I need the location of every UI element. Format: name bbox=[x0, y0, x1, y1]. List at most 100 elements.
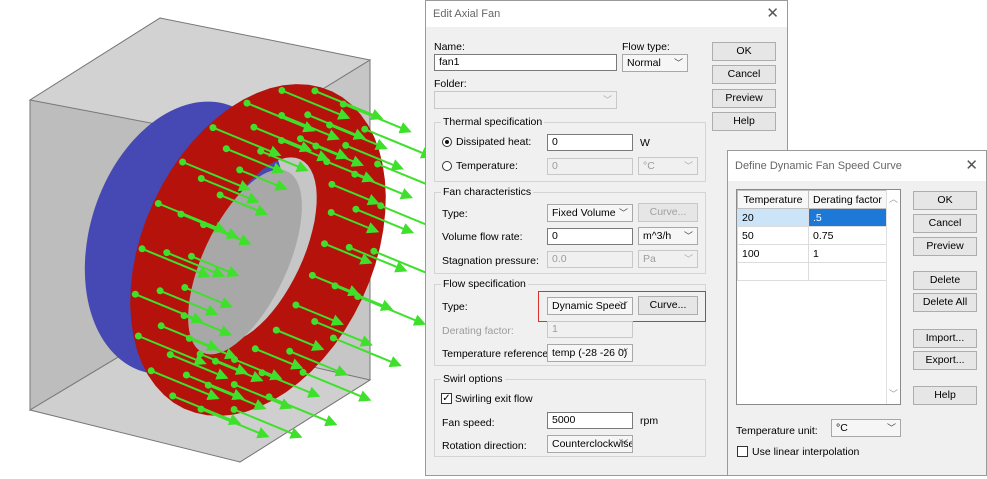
close-icon[interactable]: ✕ bbox=[965, 156, 978, 174]
flow-arrow-base bbox=[312, 142, 320, 150]
flow-arrow-base bbox=[297, 135, 304, 143]
help-button[interactable]: Help bbox=[712, 112, 776, 131]
flow-arrow-base bbox=[196, 350, 204, 358]
flow-arrow-base bbox=[329, 334, 337, 342]
temperature-radio[interactable] bbox=[442, 161, 452, 171]
volume-flow-rate-field[interactable]: 0 bbox=[547, 228, 633, 245]
flow-arrow-base bbox=[323, 158, 331, 166]
table-cell[interactable]: 20 bbox=[737, 208, 809, 227]
flow-arrow-base bbox=[342, 141, 350, 149]
temperature-unit-select[interactable]: °C ﹀ bbox=[638, 157, 698, 175]
fan-type-label: Type: bbox=[442, 208, 468, 220]
flow-spec-type-select[interactable]: Dynamic Speed ﹀ bbox=[547, 297, 633, 315]
table-cell[interactable]: 1 bbox=[808, 244, 887, 263]
table-cell[interactable]: 50 bbox=[737, 226, 809, 245]
table-row[interactable]: 50 0.75 bbox=[737, 226, 887, 245]
stagnation-pressure-field[interactable]: 0.0 bbox=[547, 251, 633, 268]
group-title: Flow specification bbox=[441, 278, 528, 290]
group-title: Fan characteristics bbox=[441, 186, 534, 198]
curve-help-button[interactable]: Help bbox=[913, 386, 977, 405]
curve-cancel-button[interactable]: Cancel bbox=[913, 214, 977, 233]
table-cell[interactable]: 100 bbox=[737, 244, 809, 263]
temperature-unit-dropdown-value: °C bbox=[836, 422, 848, 434]
folder-select[interactable]: ﹀ bbox=[434, 91, 617, 109]
swirling-exit-flow-label: Swirling exit flow bbox=[455, 393, 533, 405]
dissipated-heat-field[interactable]: 0 bbox=[547, 134, 633, 151]
rotation-direction-select[interactable]: Counterclockwise ﹀ bbox=[547, 435, 633, 453]
table-cell[interactable]: .5 bbox=[808, 208, 887, 227]
ok-button[interactable]: OK bbox=[712, 42, 776, 61]
flow-arrow-base bbox=[169, 392, 177, 400]
flow-type-select[interactable]: Normal ﹀ bbox=[622, 54, 688, 72]
rotation-direction-label: Rotation direction: bbox=[442, 440, 527, 452]
flow-arrow-base bbox=[197, 175, 205, 182]
linear-interpolation-checkbox[interactable] bbox=[737, 446, 748, 457]
column-header-derating-factor[interactable]: Derating factor bbox=[808, 190, 887, 209]
table-row[interactable]: 20 .5 bbox=[737, 208, 887, 227]
flow-arrow-base bbox=[154, 200, 162, 207]
derating-factor-field[interactable]: 1 bbox=[547, 321, 633, 338]
speed-curve-button[interactable]: Curve... bbox=[638, 296, 698, 315]
name-field[interactable]: fan1 bbox=[434, 54, 617, 71]
flow-arrow-base bbox=[188, 252, 195, 260]
export-button[interactable]: Export... bbox=[913, 351, 977, 370]
flow-arrow-base bbox=[345, 243, 353, 251]
pressure-unit-select[interactable]: Pa ﹀ bbox=[638, 250, 698, 268]
curve-ok-button[interactable]: OK bbox=[913, 191, 977, 210]
dialog-title-bar[interactable]: Edit Axial Fan ✕ bbox=[426, 1, 787, 27]
flow-arrow-base bbox=[351, 170, 359, 178]
flow-arrow-base bbox=[230, 406, 238, 413]
flow-arrow-base bbox=[311, 87, 319, 95]
delete-all-button[interactable]: Delete All bbox=[913, 293, 977, 312]
flow-arrow-base bbox=[265, 393, 273, 401]
table-cell[interactable] bbox=[737, 262, 809, 281]
table-scrollbar[interactable]: ︿ ﹀ bbox=[886, 190, 900, 404]
delete-row-button[interactable]: Delete bbox=[913, 271, 977, 290]
fan-speed-field[interactable]: 5000 bbox=[547, 412, 633, 429]
flow-arrow-base bbox=[377, 202, 385, 210]
flow-arrow-base bbox=[243, 99, 251, 107]
chevron-down-icon: ﹀ bbox=[683, 231, 693, 241]
flow-arrow-base bbox=[321, 240, 328, 248]
temperature-reference-select[interactable]: temp (-28 -26 0) ﹀ bbox=[547, 344, 633, 362]
column-header-temperature[interactable]: Temperature bbox=[737, 190, 809, 209]
table-row[interactable] bbox=[737, 262, 887, 281]
flow-arrow-base bbox=[131, 290, 139, 298]
scroll-up-icon[interactable]: ︿ bbox=[889, 192, 898, 205]
define-speed-curve-dialog: Define Dynamic Fan Speed Curve ✕ Tempera… bbox=[727, 150, 987, 476]
dissipated-heat-radio[interactable] bbox=[442, 137, 452, 147]
fan-3d-scene bbox=[28, 17, 450, 463]
temperature-unit-value: °C bbox=[643, 160, 655, 172]
curve-table: Temperature Derating factor 20 .5 50 0.7… bbox=[737, 190, 887, 281]
import-button[interactable]: Import... bbox=[913, 329, 977, 348]
fan-type-select[interactable]: Fixed Volume ﹀ bbox=[547, 204, 633, 222]
flow-arrow-base bbox=[352, 205, 360, 213]
cancel-button[interactable]: Cancel bbox=[712, 65, 776, 84]
chevron-down-icon: ﹀ bbox=[602, 95, 612, 105]
chevron-down-icon: ﹀ bbox=[683, 254, 693, 264]
flow-arrow-base bbox=[278, 87, 286, 94]
flow-spec-type-value: Dynamic Speed bbox=[552, 300, 627, 312]
temperature-unit-dropdown[interactable]: °C ﹀ bbox=[831, 419, 901, 437]
curve-dialog-title-bar[interactable]: Define Dynamic Fan Speed Curve ✕ bbox=[728, 151, 986, 181]
preview-button[interactable]: Preview bbox=[712, 89, 776, 108]
table-row[interactable]: 100 1 bbox=[737, 244, 887, 263]
volume-unit-select[interactable]: m^3/h ﹀ bbox=[638, 227, 698, 245]
flow-arrow-base bbox=[231, 356, 238, 363]
flow-arrow-base bbox=[181, 284, 189, 291]
dissipated-heat-unit: W bbox=[640, 137, 650, 149]
curve-preview-button[interactable]: Preview bbox=[913, 237, 977, 256]
pressure-unit-value: Pa bbox=[643, 253, 656, 265]
table-cell[interactable] bbox=[808, 262, 887, 281]
temperature-field[interactable]: 0 bbox=[547, 158, 633, 175]
swirling-exit-flow-checkbox[interactable]: ✓ bbox=[441, 393, 452, 404]
close-icon[interactable]: ✕ bbox=[766, 4, 779, 22]
table-cell[interactable]: 0.75 bbox=[808, 226, 887, 245]
temperature-unit-label: Temperature unit: bbox=[736, 425, 818, 437]
chevron-down-icon: ﹀ bbox=[618, 348, 628, 358]
scroll-down-icon[interactable]: ﹀ bbox=[889, 387, 898, 400]
chevron-down-icon: ﹀ bbox=[618, 439, 628, 449]
model-viewport[interactable] bbox=[0, 0, 450, 476]
fan-curve-button[interactable]: Curve... bbox=[638, 203, 698, 222]
flow-arrow-base bbox=[138, 245, 146, 253]
